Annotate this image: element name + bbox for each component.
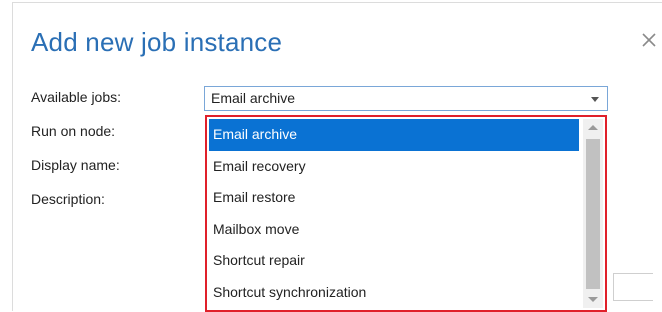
run-on-node-label: Run on node:	[31, 123, 116, 139]
display-name-label: Display name:	[31, 157, 120, 173]
scrollbar-thumb[interactable]	[586, 139, 600, 289]
dropdown-option-shortcut-repair[interactable]: Shortcut repair	[209, 245, 579, 277]
available-jobs-select[interactable]: Email archive	[204, 86, 608, 111]
description-label: Description:	[31, 191, 105, 207]
dropdown-option-shortcut-synchronization[interactable]: Shortcut synchronization	[209, 277, 579, 309]
chevron-down-icon[interactable]	[591, 97, 599, 102]
dropdown-options: Email archive Email recovery Email resto…	[209, 119, 579, 309]
dropdown-option-email-archive[interactable]: Email archive	[209, 119, 579, 151]
dialog-title: Add new job instance	[31, 27, 283, 57]
hidden-button	[613, 273, 653, 301]
scroll-up-icon[interactable]	[583, 119, 603, 137]
close-icon[interactable]	[640, 31, 658, 49]
dropdown-option-email-restore[interactable]: Email restore	[209, 182, 579, 214]
available-jobs-label: Available jobs:	[31, 89, 122, 105]
available-jobs-value: Email archive	[211, 90, 296, 106]
dropdown-option-mailbox-move[interactable]: Mailbox move	[209, 214, 579, 246]
scroll-down-icon[interactable]	[583, 290, 603, 308]
dropdown-option-email-recovery[interactable]: Email recovery	[209, 151, 579, 183]
available-jobs-dropdown: Email archive Email recovery Email resto…	[205, 115, 607, 312]
add-job-dialog: Add new job instance Available jobs: Run…	[12, 2, 662, 312]
dropdown-scrollbar[interactable]	[583, 119, 603, 308]
